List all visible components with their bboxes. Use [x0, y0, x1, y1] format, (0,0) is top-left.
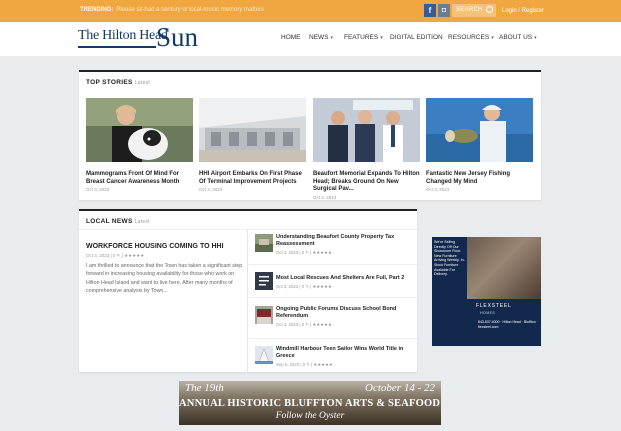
- chevron-down-icon: ▾: [534, 35, 537, 41]
- nav-resources[interactable]: RESOURCES ▾: [448, 34, 494, 41]
- local-news-heading: LOCAL NEWS Latest: [86, 218, 150, 225]
- top-stories-section: TOP STORIES Latest Mammograms Front Of Mi…: [79, 70, 541, 200]
- article-title[interactable]: Understanding Beaufort County Property T…: [276, 234, 411, 248]
- instagram-icon[interactable]: ◘: [438, 4, 450, 17]
- article-meta: Sep 6, 2023 | 0 ✎ | ★★★★★: [276, 362, 333, 367]
- article-meta: Oct 3, 2023 | 0 ✎ | ★★★★★: [276, 322, 332, 327]
- nav-about-us[interactable]: ABOUT US ▾: [499, 34, 537, 41]
- article-thumbnail[interactable]: [255, 306, 273, 324]
- featured-article-meta: Oct 3, 2023 | 0 ✎ | ★★★★★: [86, 253, 145, 258]
- list-item[interactable]: Windmill Harbour Teen Sailor Wins World …: [255, 346, 413, 380]
- chevron-down-icon: ▾: [380, 35, 383, 41]
- logo-rule: [78, 46, 156, 48]
- search-input[interactable]: SEARCH: [452, 4, 496, 17]
- banner-line1: The 19th: [185, 382, 224, 394]
- login-register-link[interactable]: Login / Register: [502, 8, 544, 14]
- list-item[interactable]: Ongoing Public Forums Discuss School Bon…: [255, 306, 413, 340]
- article-thumbnail[interactable]: [255, 346, 273, 364]
- ad-text: We're Selling Directly Off Our Showroom …: [434, 240, 465, 277]
- nav-features[interactable]: FEATURES ▾: [344, 34, 383, 41]
- trending-label: TRENDING:: [80, 7, 114, 13]
- divider: [249, 264, 417, 265]
- ad-address: 843.837.4000 · Hilton Head · Bluffton · …: [478, 320, 538, 329]
- featured-article-excerpt: I am thrilled to announce that the Town …: [86, 263, 243, 295]
- story-card[interactable]: Mammograms Front Of Mind For Breast Canc…: [86, 98, 193, 192]
- banner-line3: ANNUAL HISTORIC BLUFFTON ARTS & SEAFOOD …: [179, 398, 441, 409]
- banner-line4: Follow the Oyster: [275, 411, 345, 421]
- top-bar: TRENDING: Please sit-had a century of loc…: [0, 0, 621, 22]
- facebook-icon[interactable]: f: [424, 4, 436, 17]
- ad-brand-sub: HOMES: [480, 311, 496, 315]
- nav-digital-edition-label: DIGITAL EDITION: [390, 34, 443, 41]
- chevron-down-icon: ▾: [491, 35, 494, 41]
- story-date: Oct 3, 2023: [86, 187, 110, 192]
- story-image[interactable]: [313, 98, 420, 162]
- divider: [249, 297, 417, 298]
- divider: [79, 229, 417, 230]
- story-title[interactable]: Fantastic New Jersey Fishing Changed My …: [426, 171, 533, 186]
- story-image[interactable]: [86, 98, 193, 162]
- site-header: The Hilton Head Sun HOME NEWS ▾ FEATURES ▾…: [0, 22, 621, 56]
- story-card[interactable]: HHI Airport Embarks On First Phase Of Te…: [199, 98, 306, 192]
- article-meta: Oct 3, 2023 | 0 ✎ | ★★★★★: [276, 284, 332, 289]
- story-date: Oct 3, 2023: [199, 187, 223, 192]
- nav-home-label: HOME: [281, 34, 301, 41]
- local-news-section: LOCAL NEWS Latest WORKFORCE HOUSING COMIN…: [79, 209, 417, 374]
- ad-brand: FLEXSTEEL: [476, 303, 512, 309]
- article-title[interactable]: Most Local Rescues And Shelters Are Full…: [276, 275, 411, 282]
- sidebar-advertisement[interactable]: We're Selling Directly Off Our Showroom …: [432, 237, 541, 346]
- story-image[interactable]: [199, 98, 306, 162]
- article-title[interactable]: Windmill Harbour Teen Sailor Wins World …: [276, 346, 411, 360]
- logo-line1: The Hilton Head: [78, 28, 168, 43]
- nav-news-label: NEWS: [309, 34, 329, 41]
- search-icon[interactable]: [486, 6, 493, 13]
- divider: [247, 229, 248, 374]
- local-news-latest: Latest: [134, 219, 150, 225]
- trending-text[interactable]: Please sit-had a century of local-music …: [116, 7, 264, 13]
- nav-digital-edition[interactable]: DIGITAL EDITION: [390, 34, 443, 41]
- story-card[interactable]: Beaufort Memorial Expands To Hilton Head…: [313, 98, 420, 200]
- story-title[interactable]: Beaufort Memorial Expands To Hilton Head…: [313, 171, 420, 194]
- search-placeholder: SEARCH: [456, 7, 483, 13]
- banner-advertisement[interactable]: The 19th October 14 - 22 ANNUAL HISTORIC…: [179, 381, 441, 425]
- story-card[interactable]: Fantastic New Jersey Fishing Changed My …: [426, 98, 533, 192]
- divider: [249, 338, 417, 339]
- article-meta: Oct 3, 2023 | 0 ✎ | ★★★★★: [276, 250, 332, 255]
- article-thumbnail[interactable]: [255, 234, 273, 252]
- nav-features-label: FEATURES: [344, 34, 379, 41]
- story-image[interactable]: [426, 98, 533, 162]
- list-item[interactable]: Understanding Beaufort County Property T…: [255, 234, 413, 268]
- story-title[interactable]: Mammograms Front Of Mind For Breast Canc…: [86, 171, 193, 186]
- nav-resources-label: RESOURCES: [448, 34, 490, 41]
- ad-photo: [467, 237, 541, 299]
- local-news-heading-text: LOCAL NEWS: [86, 218, 133, 225]
- top-stories-heading-text: TOP STORIES: [86, 79, 133, 86]
- nav-about-us-label: ABOUT US: [499, 34, 533, 41]
- trending-ticker[interactable]: TRENDING: Please sit-had a century of loc…: [80, 7, 264, 13]
- top-stories-latest: Latest: [134, 80, 151, 86]
- article-title[interactable]: Ongoing Public Forums Discuss School Bon…: [276, 306, 411, 320]
- nav-home[interactable]: HOME: [281, 34, 301, 41]
- top-stories-heading: TOP STORIES Latest: [86, 79, 150, 86]
- chevron-down-icon: ▾: [330, 35, 334, 41]
- story-date: Oct 3, 2023: [426, 187, 450, 192]
- list-item[interactable]: Most Local Rescues And Shelters Are Full…: [255, 272, 413, 306]
- featured-article-title[interactable]: WORKFORCE HOUSING COMING TO HHI: [86, 243, 224, 250]
- article-thumbnail[interactable]: [255, 272, 273, 290]
- nav-news[interactable]: NEWS ▾: [309, 34, 333, 41]
- banner-line2: October 14 - 22: [365, 382, 435, 394]
- logo-line2: Sun: [156, 22, 199, 52]
- story-date: Oct 3, 2023: [313, 194, 337, 200]
- story-title[interactable]: HHI Airport Embarks On First Phase Of Te…: [199, 171, 306, 186]
